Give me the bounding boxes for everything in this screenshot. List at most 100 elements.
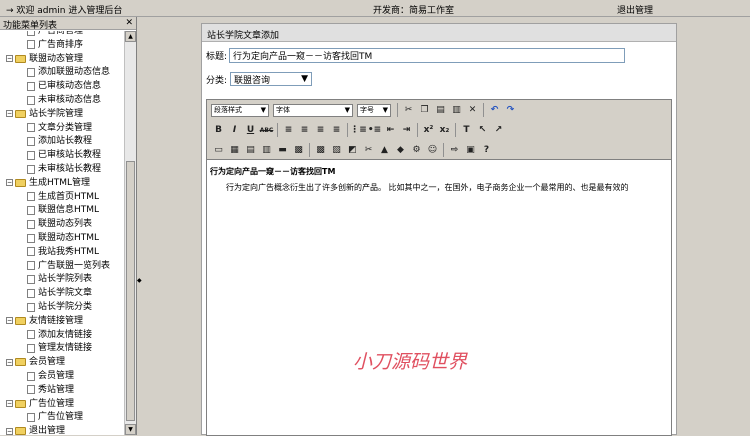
toolbar-button-icon[interactable]: ▩ (291, 143, 306, 158)
menu-item[interactable]: 文章分类管理 (27, 122, 92, 134)
menu-label: 站长学院文章 (38, 288, 93, 299)
menu-item[interactable]: 联盟动态列表 (27, 218, 92, 230)
menu-item[interactable]: 站长学院文章 (27, 287, 92, 299)
toolbar-button-icon[interactable]: ▣ (463, 143, 478, 158)
delete-icon[interactable]: ✕ (465, 103, 480, 118)
menu-item[interactable]: 站长学院列表 (27, 273, 92, 285)
menu-item[interactable]: 广告商管理 (27, 31, 83, 37)
copy-icon[interactable]: ❐ (417, 103, 432, 118)
page-icon (27, 40, 35, 50)
menu-item[interactable]: 会员管理 (27, 370, 74, 382)
toolbar-button-icon[interactable]: ⇤ (383, 123, 398, 138)
menu-item[interactable]: 添加站长教程 (27, 135, 92, 147)
menu-item[interactable]: 联盟信息HTML (27, 204, 99, 216)
menu-item[interactable]: 我站我秀HTML (27, 246, 99, 258)
toolbar-button-icon[interactable]: ☺ (425, 143, 440, 158)
logout-link[interactable]: 退出管理 (617, 3, 653, 16)
menu-group[interactable]: − 联盟动态管理 (6, 53, 83, 65)
toolbar-button-icon[interactable]: ≡ (297, 123, 312, 138)
editor-content[interactable]: 行为定向产品一窥－－访客找回TM 行为定向广告概念衍生出了许多创新的产品。 比如… (207, 160, 671, 200)
menu-item[interactable]: 生成首页HTML (27, 191, 99, 203)
toolbar-button-icon[interactable]: ≡ (313, 123, 328, 138)
menu-item[interactable]: 联盟动态HTML (27, 232, 99, 244)
collapse-icon[interactable]: − (6, 427, 13, 435)
sidebar-scrollbar[interactable]: ▲ ▼ (124, 31, 136, 435)
menu-label: 添加站长教程 (38, 136, 93, 147)
collapse-icon[interactable]: − (6, 400, 13, 408)
menu-item[interactable]: 广告位管理 (27, 411, 83, 423)
menu-item[interactable]: 广告商排序 (27, 39, 83, 51)
toolbar-button-icon[interactable]: ▥ (259, 143, 274, 158)
menu-label: 添加联盟动态信息 (38, 67, 111, 78)
menu-item[interactable]: 秀站管理 (27, 384, 74, 396)
collapse-icon[interactable]: − (6, 358, 13, 366)
collapse-icon[interactable]: − (6, 55, 13, 63)
category-select[interactable]: 联盟咨询 ▼ (230, 72, 313, 86)
menu-group[interactable]: − 生成HTML管理 (6, 177, 90, 189)
toolbar-button-icon[interactable]: ≡ (329, 123, 344, 138)
redo-icon[interactable]: ↷ (503, 103, 518, 118)
toolbar-button-icon[interactable]: ▬ (275, 143, 290, 158)
toolbar-button-icon[interactable]: ◩ (345, 143, 360, 158)
toolbar-button-icon[interactable]: I (227, 123, 242, 138)
toolbar-button-icon[interactable]: ABC (259, 123, 274, 138)
toolbar-button-icon[interactable]: ? (479, 143, 494, 158)
menu-item[interactable]: 未审核站长教程 (27, 163, 101, 175)
toolbar-button-icon[interactable]: ▤ (243, 143, 258, 158)
menu-item[interactable]: 添加友情链接 (27, 329, 92, 341)
toolbar-button-icon[interactable]: ↖ (475, 123, 490, 138)
toolbar-button-icon[interactable]: ⚙ (409, 143, 424, 158)
toolbar-button-icon[interactable]: •≡ (367, 123, 382, 138)
menu-group[interactable]: − 友情链接管理 (6, 315, 83, 327)
toolbar-button-icon[interactable]: ◆ (393, 143, 408, 158)
undo-icon[interactable]: ↶ (487, 103, 502, 118)
menu-item[interactable]: 管理友情链接 (27, 342, 92, 354)
title-input[interactable] (229, 47, 626, 63)
scroll-down-icon[interactable]: ▼ (125, 424, 136, 435)
splitter-arrow-icon[interactable]: ◆ (137, 277, 142, 284)
font-size-select[interactable]: 字号 ▼ (357, 103, 391, 117)
toolbar-button-icon[interactable]: ▦ (227, 143, 242, 158)
menu-item[interactable]: 站长学院分类 (27, 301, 92, 313)
scroll-thumb[interactable] (126, 161, 135, 421)
toolbar-button-icon[interactable]: ✂ (361, 143, 376, 158)
toolbar-button-icon[interactable]: ⇨ (447, 143, 462, 158)
toolbar-button-icon[interactable]: x₂ (437, 123, 452, 138)
scroll-up-icon[interactable]: ▲ (125, 31, 136, 42)
cut-icon[interactable]: ✂ (401, 103, 416, 118)
menu-group[interactable]: − 广告位管理 (6, 398, 74, 410)
menu-group[interactable]: − 退出管理 (6, 425, 65, 435)
toolbar-button-icon[interactable]: T (459, 123, 474, 138)
font-select[interactable]: 字体 ▼ (273, 103, 353, 117)
menu-item[interactable]: 添加联盟动态信息 (27, 66, 110, 78)
toolbar-button-icon[interactable]: ▭ (211, 143, 226, 158)
toolbar-button-icon[interactable]: U (243, 123, 258, 138)
toolbar-button-icon[interactable]: B (211, 123, 226, 138)
menu-item[interactable]: 已审核站长教程 (27, 149, 101, 161)
menu-item[interactable]: 已审核动态信息 (27, 80, 101, 92)
collapse-icon[interactable]: − (6, 317, 13, 325)
menu-label: 联盟信息HTML (38, 205, 100, 216)
menu-item[interactable]: 广告联盟一览列表 (27, 260, 110, 272)
close-icon[interactable]: ✕ (125, 18, 133, 28)
paragraph-style-select[interactable]: 段落样式 ▼ (211, 103, 269, 117)
collapse-icon[interactable]: − (6, 110, 13, 118)
collapse-icon[interactable]: − (6, 179, 13, 187)
menu-label: 生成HTML管理 (29, 177, 91, 188)
toolbar-button-icon[interactable]: ▲ (377, 143, 392, 158)
toolbar-button-icon[interactable]: ⇥ (399, 123, 414, 138)
top-bar: → 欢迎 admin 进入管理后台 开发商：简易工作室 退出管理 (0, 0, 750, 17)
menu-item[interactable]: 未审核动态信息 (27, 94, 101, 106)
folder-icon (15, 427, 26, 435)
toolbar-button-icon[interactable]: ≡ (281, 123, 296, 138)
menu-group[interactable]: − 站长学院管理 (6, 108, 83, 120)
category-value: 联盟咨询 (234, 75, 271, 86)
menu-group[interactable]: − 会员管理 (6, 356, 65, 368)
toolbar-button-icon[interactable]: x² (421, 123, 436, 138)
paste-icon[interactable]: ▤ (433, 103, 448, 118)
toolbar-button-icon[interactable]: ↗ (491, 123, 506, 138)
paste-text-icon[interactable]: ▥ (449, 103, 464, 118)
toolbar-button-icon[interactable]: ▧ (329, 143, 344, 158)
toolbar-button-icon[interactable]: ▩ (313, 143, 328, 158)
toolbar-button-icon[interactable]: ⋮≡ (350, 123, 367, 138)
